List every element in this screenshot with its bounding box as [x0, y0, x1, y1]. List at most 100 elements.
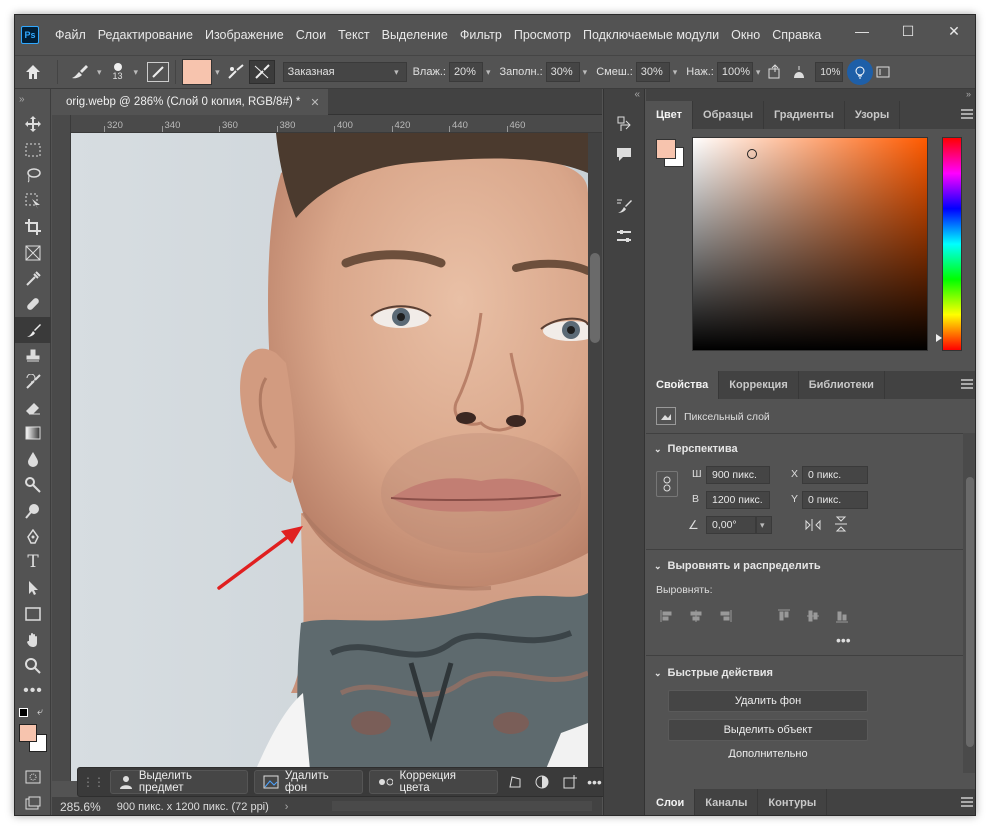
eraser-tool-icon[interactable] [15, 395, 51, 421]
align-bottom-icon[interactable] [835, 609, 849, 623]
expand-dock-icon[interactable]: « [604, 89, 644, 109]
mask-icon[interactable] [531, 775, 553, 789]
pen-tool-icon[interactable] [15, 524, 51, 550]
hue-slider[interactable] [942, 137, 962, 351]
zoom-level[interactable]: 285.6% [60, 800, 101, 814]
panel-foreground-swatch[interactable] [656, 139, 676, 159]
current-color-swatch[interactable] [182, 59, 213, 85]
collapse-toolbar-icon[interactable]: » [15, 89, 50, 111]
scrollbar-thumb[interactable] [590, 253, 600, 343]
home-icon[interactable] [15, 60, 51, 84]
align-left-icon[interactable] [660, 609, 674, 623]
healing-brush-tool-icon[interactable] [15, 292, 51, 318]
rectangle-tool-icon[interactable] [15, 601, 51, 627]
flip-vertical-icon[interactable] [834, 515, 848, 536]
screen-mode-icon[interactable] [15, 790, 51, 815]
comments-panel-icon[interactable] [604, 139, 644, 169]
more-tools-icon[interactable]: ••• [15, 679, 51, 705]
menu-item[interactable]: Окно [725, 28, 766, 42]
mix-mode-select[interactable]: Заказная ▾ [282, 62, 407, 82]
document-tab[interactable]: orig.webp @ 286% (Слой 0 копия, RGB/8#) … [52, 89, 328, 115]
menu-item[interactable]: Подключаемые модули [577, 28, 725, 42]
move-tool-icon[interactable] [15, 111, 51, 137]
frame-tool-icon[interactable] [15, 240, 51, 266]
default-colors-icon[interactable] [19, 708, 28, 718]
eyedropper-tool-icon[interactable] [15, 266, 51, 292]
properties-menu-icon[interactable] [961, 379, 973, 389]
maximize-icon[interactable]: ☐ [885, 15, 931, 47]
transform-icon[interactable] [504, 775, 526, 789]
gradient-tool-icon[interactable] [15, 421, 51, 447]
status-menu-icon[interactable]: › [285, 801, 289, 813]
layers-panel-tab[interactable]: Каналы [695, 789, 759, 815]
layers-menu-icon[interactable] [961, 797, 973, 807]
menu-item[interactable]: Выделение [376, 28, 454, 42]
mixer-brush-icon[interactable] [64, 60, 94, 84]
menu-item[interactable]: Изображение [199, 28, 290, 42]
brush-preset-picker[interactable]: 13 [105, 60, 131, 84]
properties-scrollbar[interactable] [963, 433, 975, 773]
height-field[interactable]: 1200 пикс. [706, 491, 770, 509]
wet-field[interactable]: 20% [448, 62, 483, 82]
blur-tool-icon[interactable] [15, 446, 51, 472]
marquee-tool-icon[interactable] [15, 137, 51, 163]
load-brush-icon[interactable] [223, 60, 249, 84]
transform-section-header[interactable]: ⌄ Перспектива [646, 437, 738, 461]
drag-handle-icon[interactable]: ⋮⋮ [82, 775, 105, 789]
close-tab-icon[interactable]: ✕ [310, 96, 319, 109]
properties-panel-tab[interactable]: Коррекция [719, 371, 799, 399]
angle-field[interactable]: 0,00° [706, 516, 756, 534]
quick-more-button[interactable]: Дополнительно [668, 748, 868, 758]
color-picker-cursor[interactable] [747, 149, 757, 159]
canvas-horizontal-scrollbar[interactable] [332, 801, 592, 811]
align-section-header[interactable]: ⌄ Выровнять и распределить [646, 554, 821, 578]
new-layer-icon[interactable] [559, 775, 581, 789]
hue-slider-handle[interactable] [936, 334, 942, 342]
airbrush-icon[interactable] [763, 60, 787, 84]
brush-settings-panel-icon[interactable] [604, 191, 644, 221]
color-panel-tab[interactable]: Образцы [693, 101, 764, 129]
adjustments-panel-icon[interactable] [604, 221, 644, 251]
panel-menu-icon[interactable] [961, 109, 973, 119]
align-right-icon[interactable] [718, 609, 732, 623]
menu-item[interactable]: Текст [332, 28, 375, 42]
history-brush-tool-icon[interactable] [15, 369, 51, 395]
quick-select-object-button[interactable]: Выделить объект [668, 719, 868, 741]
menu-item[interactable]: Редактирование [92, 28, 199, 42]
quick-remove-background-button[interactable]: Удалить фон [668, 690, 868, 712]
mixer-brush-tool-icon[interactable] [15, 317, 51, 344]
path-selection-tool-icon[interactable] [15, 575, 51, 601]
load-field[interactable]: 30% [545, 62, 580, 82]
properties-panel-tab[interactable]: Свойства [646, 371, 720, 399]
sponge-tool-icon[interactable] [15, 498, 51, 524]
saturation-value-field[interactable] [692, 137, 928, 351]
menu-item[interactable]: Слои [290, 28, 332, 42]
foreground-color-swatch[interactable] [19, 724, 37, 743]
menu-item[interactable]: Файл [49, 28, 92, 42]
settings-light-icon[interactable] [847, 59, 874, 85]
object-selection-tool-icon[interactable] [15, 188, 51, 214]
select-subject-button[interactable]: Выделить предмет [110, 770, 248, 794]
color-panel-tab[interactable]: Градиенты [764, 101, 845, 129]
link-dimensions-icon[interactable] [656, 471, 678, 497]
dodge-tool-icon[interactable] [15, 472, 51, 498]
align-center-horizontal-icon[interactable] [689, 609, 703, 623]
document-canvas[interactable] [71, 133, 588, 781]
menu-item[interactable]: Справка [766, 28, 827, 42]
hand-tool-icon[interactable] [15, 627, 51, 653]
swap-colors-icon[interactable]: ⤶ [37, 706, 43, 719]
color-panel-tab[interactable]: Узоры [845, 101, 901, 129]
remove-background-button[interactable]: Удалить фон [254, 770, 363, 794]
quick-actions-header[interactable]: ⌄ Быстрые действия [646, 661, 773, 685]
align-middle-vertical-icon[interactable] [806, 609, 820, 623]
clone-stamp-tool-icon[interactable] [15, 343, 51, 369]
collapse-panels-icon[interactable]: » [646, 89, 975, 101]
align-top-icon[interactable] [777, 609, 791, 623]
canvas-vertical-scrollbar[interactable] [588, 133, 602, 781]
smoothing-field[interactable]: 10% [815, 62, 844, 82]
lasso-tool-icon[interactable] [15, 163, 51, 189]
zoom-tool-icon[interactable] [15, 653, 51, 679]
menu-item[interactable]: Просмотр [508, 28, 577, 42]
color-panel-tab[interactable]: Цвет [646, 101, 694, 129]
symmetry-icon[interactable] [873, 60, 893, 84]
